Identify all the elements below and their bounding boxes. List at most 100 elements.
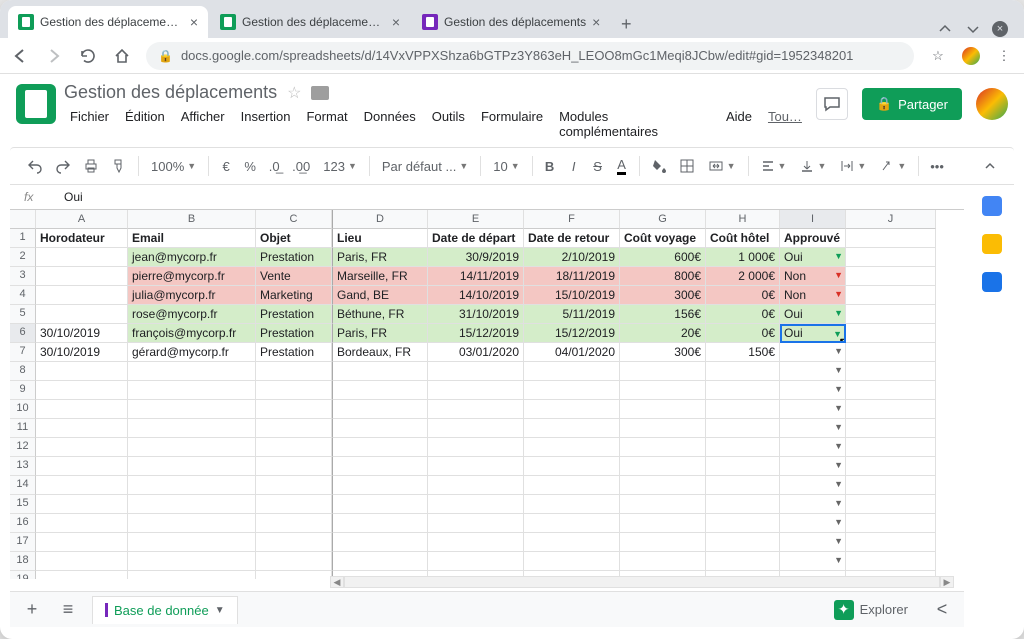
browser-tab-1[interactable]: Gestion des déplacements - G × xyxy=(210,6,410,38)
forward-button[interactable] xyxy=(44,46,64,66)
cell[interactable] xyxy=(332,476,428,495)
cell[interactable] xyxy=(36,305,128,324)
cell[interactable] xyxy=(428,362,524,381)
halign-button[interactable]: ▼ xyxy=(755,155,793,177)
cell[interactable] xyxy=(846,400,936,419)
cell[interactable] xyxy=(846,248,936,267)
cell[interactable] xyxy=(846,438,936,457)
fill-color-button[interactable] xyxy=(646,154,672,178)
cell[interactable] xyxy=(256,381,332,400)
cell[interactable] xyxy=(256,457,332,476)
cell[interactable] xyxy=(36,438,128,457)
cell[interactable] xyxy=(36,248,128,267)
cell[interactable]: Oui▼↖ xyxy=(780,324,846,343)
cell[interactable]: 0€ xyxy=(706,286,780,305)
italic-button[interactable]: I xyxy=(563,155,585,178)
browser-tab-0[interactable]: Gestion des déplacements - G × xyxy=(8,6,208,38)
cell[interactable] xyxy=(332,381,428,400)
font-size-dropdown[interactable]: 10▼ xyxy=(487,155,525,178)
menu-edition[interactable]: Édition xyxy=(119,107,171,141)
menu-overflow[interactable]: Tou… xyxy=(762,107,808,141)
scroll-right-icon[interactable]: ▶ xyxy=(940,576,954,588)
close-tab-icon[interactable]: × xyxy=(190,14,198,30)
cell[interactable]: 800€ xyxy=(620,267,706,286)
account-avatar[interactable] xyxy=(976,88,1008,120)
cell[interactable]: ▼ xyxy=(780,343,846,362)
cell[interactable]: 30/9/2019 xyxy=(428,248,524,267)
cell[interactable]: 20€ xyxy=(620,324,706,343)
number-format-dropdown[interactable]: 123▼ xyxy=(317,155,363,178)
cell[interactable]: 0€ xyxy=(706,305,780,324)
validation-dropdown-icon[interactable]: ▼ xyxy=(834,422,843,432)
cell[interactable] xyxy=(846,552,936,571)
cell[interactable] xyxy=(128,400,256,419)
comments-button[interactable] xyxy=(816,88,848,120)
header-cell[interactable] xyxy=(846,229,936,248)
cell[interactable]: Gand, BE xyxy=(332,286,428,305)
cell[interactable] xyxy=(620,552,706,571)
cell[interactable] xyxy=(524,400,620,419)
cell[interactable] xyxy=(524,514,620,533)
cell[interactable] xyxy=(256,400,332,419)
cell[interactable] xyxy=(256,533,332,552)
validation-dropdown-icon[interactable]: ▼ xyxy=(834,384,843,394)
validation-dropdown-icon[interactable]: ▼ xyxy=(834,403,843,413)
rotate-button[interactable]: ▼ xyxy=(874,155,912,177)
cell[interactable] xyxy=(846,381,936,400)
valign-button[interactable]: ▼ xyxy=(794,155,832,177)
cell[interactable]: 15/12/2019 xyxy=(524,324,620,343)
row-header-4[interactable]: 4 xyxy=(10,286,36,305)
cell[interactable] xyxy=(428,400,524,419)
cell[interactable]: 03/01/2020 xyxy=(428,343,524,362)
validation-dropdown-icon[interactable]: ▼ xyxy=(834,289,843,299)
cell[interactable]: ▼ xyxy=(780,514,846,533)
cell[interactable] xyxy=(36,457,128,476)
cell[interactable] xyxy=(36,381,128,400)
cell[interactable] xyxy=(620,495,706,514)
borders-button[interactable] xyxy=(674,154,700,178)
cell[interactable] xyxy=(706,438,780,457)
close-window-icon[interactable]: × xyxy=(992,21,1008,37)
cell[interactable]: 1 000€ xyxy=(706,248,780,267)
url-input[interactable]: 🔒 docs.google.com/spreadsheets/d/14VxVPP… xyxy=(146,42,914,70)
header-cell[interactable]: Date de retour xyxy=(524,229,620,248)
sheet-tab-active[interactable]: Base de donnée ▼ xyxy=(92,596,238,624)
cell[interactable] xyxy=(128,457,256,476)
cell[interactable]: 15/12/2019 xyxy=(428,324,524,343)
validation-dropdown-icon[interactable]: ▼ xyxy=(834,460,843,470)
cell[interactable] xyxy=(620,381,706,400)
cell[interactable] xyxy=(846,267,936,286)
merge-button[interactable]: ▼ xyxy=(702,154,742,178)
cell[interactable] xyxy=(36,419,128,438)
cell[interactable] xyxy=(36,495,128,514)
cell[interactable] xyxy=(524,457,620,476)
row-header-17[interactable]: 17 xyxy=(10,533,36,552)
paint-format-button[interactable] xyxy=(106,154,132,178)
menu-format[interactable]: Format xyxy=(300,107,353,141)
menu-formulaire[interactable]: Formulaire xyxy=(475,107,549,141)
spreadsheet-grid[interactable]: ABCDEFGHIJ1HorodateurEmailObjetLieuDate … xyxy=(10,209,964,579)
cell[interactable] xyxy=(256,514,332,533)
cell[interactable] xyxy=(524,552,620,571)
validation-dropdown-icon[interactable]: ▼ xyxy=(834,365,843,375)
header-cell[interactable]: Coût voyage xyxy=(620,229,706,248)
cell[interactable] xyxy=(428,438,524,457)
col-header-J[interactable]: J xyxy=(846,210,936,229)
cell[interactable] xyxy=(706,362,780,381)
share-button[interactable]: 🔒 Partager xyxy=(862,88,962,120)
cell[interactable] xyxy=(128,419,256,438)
row-header-1[interactable]: 1 xyxy=(10,229,36,248)
cell[interactable]: françois@mycorp.fr xyxy=(128,324,256,343)
cell[interactable] xyxy=(428,533,524,552)
cell[interactable] xyxy=(332,514,428,533)
cell[interactable] xyxy=(256,495,332,514)
row-header-5[interactable]: 5 xyxy=(10,305,36,324)
close-tab-icon[interactable]: × xyxy=(392,14,400,30)
cell[interactable]: Oui▼ xyxy=(780,305,846,324)
cell[interactable]: 31/10/2019 xyxy=(428,305,524,324)
cell[interactable]: Prestation xyxy=(256,305,332,324)
cell[interactable] xyxy=(332,419,428,438)
row-header-10[interactable]: 10 xyxy=(10,400,36,419)
cell[interactable]: ▼ xyxy=(780,495,846,514)
header-cell[interactable]: Coût hôtel xyxy=(706,229,780,248)
